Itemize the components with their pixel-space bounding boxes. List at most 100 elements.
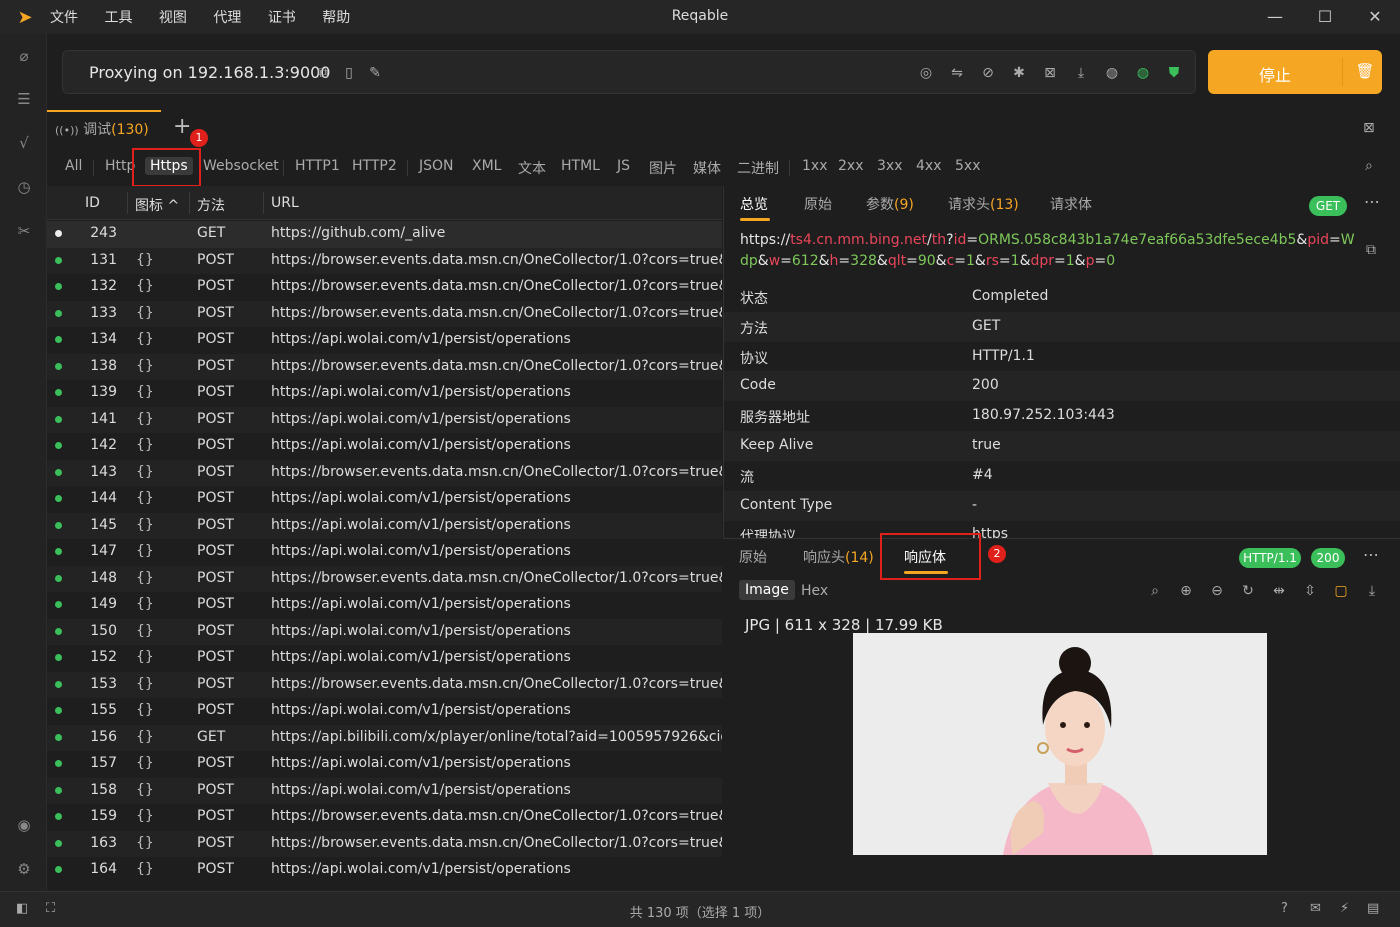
tab-resp-raw[interactable]: 原始 (739, 547, 767, 567)
filter-http[interactable]: Http (105, 158, 135, 174)
capture-icon[interactable]: ◎ (916, 63, 936, 83)
menu-help[interactable]: 帮助 (322, 10, 350, 26)
view-image[interactable]: Image (739, 580, 795, 600)
table-row[interactable]: 142 {} POST https://api.wolai.com/v1/persis… (47, 433, 722, 460)
table-row[interactable]: 157 {} POST https://api.wolai.com/v1/persis… (47, 751, 722, 778)
menu-view[interactable]: 视图 (159, 10, 187, 26)
trash-icon[interactable]: 🗑 (1348, 62, 1382, 80)
edit-icon[interactable]: ✎ (365, 63, 385, 83)
col-url[interactable]: URL (271, 195, 299, 211)
table-row[interactable]: 133 {} POST https://browser.events.data.msn… (47, 300, 722, 327)
debug-icon[interactable]: ⌀ (12, 44, 36, 68)
table-row[interactable]: 153 {} POST https://browser.events.data.msn… (47, 671, 722, 698)
table-row[interactable]: 132 {} POST https://browser.events.data.msn… (47, 274, 722, 301)
filter-3xx[interactable]: 3xx (877, 158, 902, 174)
copy-url-icon[interactable]: ⧉ (1366, 242, 1376, 258)
table-row[interactable]: 149 {} POST https://api.wolai.com/v1/persis… (47, 592, 722, 619)
table-row[interactable]: 144 {} POST https://api.wolai.com/v1/persis… (47, 486, 722, 513)
zoom-reset-icon[interactable]: ⌕ (1145, 583, 1165, 603)
tab-params[interactable]: 参数(9) (866, 194, 914, 214)
copy-icon[interactable]: ⧉ (313, 63, 333, 83)
table-row[interactable]: 158 {} POST https://api.wolai.com/v1/persis… (47, 777, 722, 804)
globe-icon[interactable]: ◍ (1133, 63, 1153, 83)
clear-filter-icon[interactable]: ⊠ (1363, 120, 1375, 136)
fit-icon[interactable]: ▢ (1331, 583, 1351, 603)
rewrite-icon[interactable]: ⇋ (947, 63, 967, 83)
filter-websocket[interactable]: Websocket (203, 158, 279, 174)
table-row[interactable]: 155 {} POST https://api.wolai.com/v1/persis… (47, 698, 722, 725)
table-row[interactable]: 139 {} POST https://api.wolai.com/v1/persis… (47, 380, 722, 407)
download-icon[interactable]: ⤓ (1071, 63, 1091, 83)
table-row[interactable]: 147 {} POST https://api.wolai.com/v1/persis… (47, 539, 722, 566)
breakpoint-icon[interactable]: ✱ (1009, 63, 1029, 83)
feedback-icon[interactable]: ✉ (1310, 901, 1321, 916)
settings-icon[interactable]: ⚙ (12, 857, 36, 881)
menu-file[interactable]: 文件 (50, 10, 78, 26)
add-tab-button[interactable]: + (173, 114, 191, 139)
block-icon[interactable]: ⊘ (978, 63, 998, 83)
filter-js[interactable]: JS (617, 158, 630, 174)
table-row[interactable]: 138 {} POST https://browser.events.data.msn… (47, 353, 722, 380)
zoom-out-icon[interactable]: ⊖ (1207, 583, 1227, 603)
filter-binary[interactable]: 二进制 (737, 158, 779, 178)
filter-media[interactable]: 媒体 (693, 158, 721, 178)
filter-image[interactable]: 图片 (649, 158, 677, 178)
zoom-in-icon[interactable]: ⊕ (1176, 583, 1196, 603)
table-row[interactable]: 156 {} GET https://api.bilibili.com/x/playe… (47, 724, 722, 751)
tab-req-body[interactable]: 请求体 (1050, 194, 1092, 214)
tab-raw[interactable]: 原始 (804, 194, 832, 214)
filter-http1[interactable]: HTTP1 (295, 158, 340, 174)
filter-5xx[interactable]: 5xx (955, 158, 980, 174)
menu-proxy[interactable]: 代理 (213, 10, 241, 26)
table-row[interactable]: 143 {} POST https://browser.events.data.msn… (47, 459, 722, 486)
filter-2xx[interactable]: 2xx (838, 158, 863, 174)
maximize-button[interactable]: ☐ (1300, 0, 1350, 34)
filter-xml[interactable]: XML (472, 158, 501, 174)
collection-icon[interactable]: ☰ (12, 87, 36, 111)
help-icon[interactable]: ? (1281, 901, 1288, 916)
menu-tools[interactable]: 工具 (104, 10, 132, 26)
filter-all[interactable]: All (65, 158, 82, 174)
table-row[interactable]: 145 {} POST https://api.wolai.com/v1/persis… (47, 512, 722, 539)
flip-vertical-icon[interactable]: ⇳ (1300, 583, 1320, 603)
table-row[interactable]: 131 {} POST https://browser.events.data.msn… (47, 247, 722, 274)
history-icon[interactable]: ◷ (12, 175, 36, 199)
more-icon[interactable]: ⋯ (1364, 192, 1380, 211)
tab-req-headers[interactable]: 请求头(13) (948, 194, 1019, 214)
table-row[interactable]: 148 {} POST https://browser.events.data.msn… (47, 565, 722, 592)
shield-icon[interactable]: ⛊ (1164, 63, 1184, 83)
account-icon[interactable]: ◉ (12, 813, 36, 837)
col-icon[interactable]: 图标 ^ (135, 195, 179, 215)
table-row[interactable]: 150 {} POST https://api.wolai.com/v1/persis… (47, 618, 722, 645)
table-row[interactable]: 164 {} POST https://api.wolai.com/v1/persis… (47, 857, 722, 884)
no-cache-icon[interactable]: ⊠ (1040, 63, 1060, 83)
tab-resp-headers[interactable]: 响应头(14) (803, 547, 874, 567)
stop-button[interactable]: 停止 🗑 (1208, 50, 1382, 94)
lightning-icon[interactable]: ⚡ (1340, 901, 1349, 916)
menu-cert[interactable]: 证书 (268, 10, 296, 26)
col-id[interactable]: ID (85, 195, 100, 211)
col-method[interactable]: 方法 (197, 195, 225, 215)
filter-json[interactable]: JSON (419, 158, 454, 174)
table-row[interactable]: 141 {} POST https://api.wolai.com/v1/persis… (47, 406, 722, 433)
filter-http2[interactable]: HTTP2 (352, 158, 397, 174)
filter-text[interactable]: 文本 (518, 158, 546, 178)
tab-debug[interactable]: ((•)) 调试(130) (47, 110, 161, 148)
table-row[interactable]: 163 {} POST https://browser.events.data.msn… (47, 830, 722, 857)
filter-4xx[interactable]: 4xx (916, 158, 941, 174)
layout-icon[interactable]: ▤ (1367, 901, 1379, 916)
tools-icon[interactable]: ✂ (12, 219, 36, 243)
save-image-icon[interactable]: ⤓ (1362, 583, 1382, 603)
search-icon[interactable]: ⌕ (1365, 158, 1373, 174)
table-row[interactable]: 152 {} POST https://api.wolai.com/v1/persis… (47, 645, 722, 672)
more-icon[interactable]: ⋯ (1363, 545, 1379, 564)
view-hex[interactable]: Hex (801, 583, 828, 599)
table-row[interactable]: 134 {} POST https://api.wolai.com/v1/persis… (47, 327, 722, 354)
table-row[interactable]: 159 {} POST https://browser.events.data.msn… (47, 804, 722, 831)
tab-overview[interactable]: 总览 (740, 194, 768, 214)
flip-horizontal-icon[interactable]: ⇹ (1269, 583, 1289, 603)
table-row[interactable]: 243 GET https://github.com/_alive (47, 221, 722, 248)
script-icon[interactable]: √ (12, 131, 36, 155)
rotate-icon[interactable]: ↻ (1238, 583, 1258, 603)
filter-html[interactable]: HTML (561, 158, 600, 174)
